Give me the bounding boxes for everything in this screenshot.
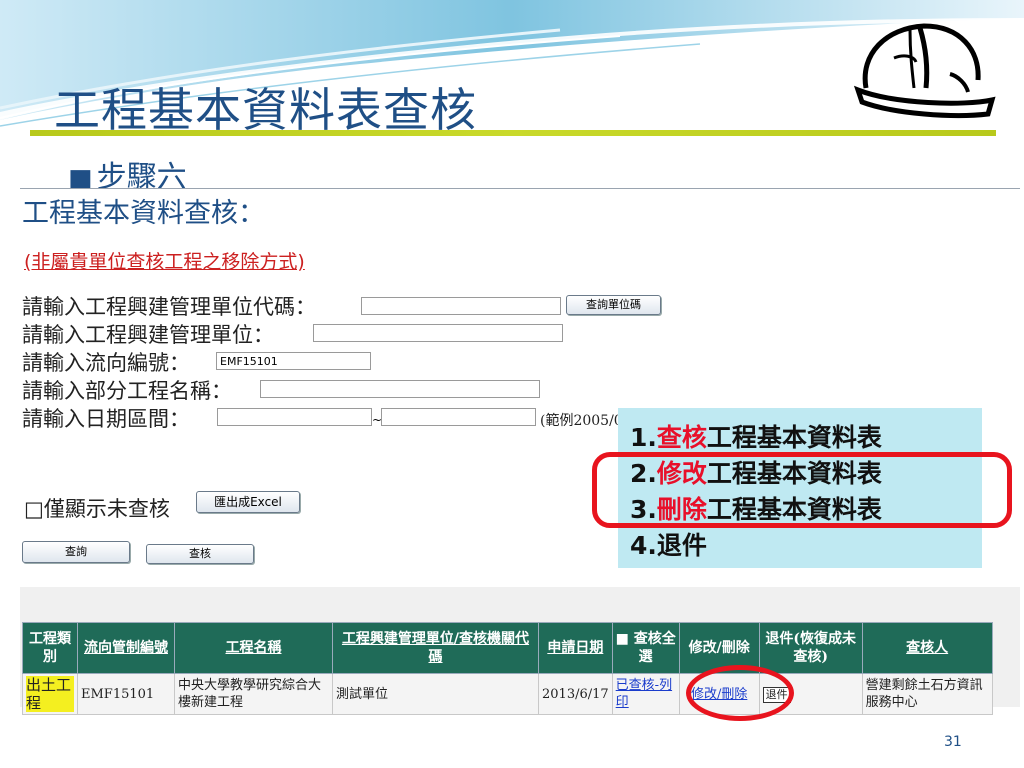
export-excel-button[interactable]: 匯出成Excel — [196, 491, 300, 513]
unreviewed-only-option[interactable]: □僅顯示未查核 — [24, 493, 170, 523]
partial-name-label: 請輸入部分工程名稱： — [22, 379, 232, 403]
table-header-row: 工程類別 流向管制編號 工程名稱 工程興建管理單位/查核機關代碼 申請日期 ■ … — [22, 622, 993, 674]
review-button[interactable]: 查核 — [146, 544, 254, 564]
row-apply-date: 2013/6/17 — [538, 673, 613, 715]
unit-name-input[interactable] — [313, 324, 563, 342]
partial-name-input[interactable] — [260, 380, 540, 398]
col-select-all[interactable]: ■ 查核全選 — [611, 622, 680, 674]
unit-name-label: 請輸入工程興建管理單位： — [22, 323, 274, 347]
review-page-heading: 工程基本資料查核： — [22, 198, 265, 229]
unreviewed-label: 僅顯示未查核 — [43, 497, 170, 521]
row-reviewed-print[interactable]: 已查核-列印 — [611, 673, 680, 715]
hard-hat-icon — [854, 23, 996, 118]
col-project-name[interactable]: 工程名稱 — [174, 622, 333, 674]
edit-delete-highlight-box — [592, 452, 1012, 528]
callout-item-review: 1.查核工程基本資料表 — [630, 423, 882, 452]
col-flow-number[interactable]: 流向管制編號 — [77, 622, 175, 674]
col-return: 退件(恢復成未查核) — [758, 622, 863, 674]
row-project-name: 中央大學教學研究綜合大樓新建工程 — [174, 673, 333, 715]
col-category: 工程類別 — [22, 622, 78, 674]
row-reviewer: 營建剩餘土石方資訊服務中心 — [861, 673, 993, 715]
results-table: 工程類別 流向管制編號 工程名稱 工程興建管理單位/查核機關代碼 申請日期 ■ … — [22, 622, 993, 715]
title-underline — [30, 130, 996, 136]
edit-return-highlight-oval — [686, 665, 794, 721]
date-start-input[interactable] — [217, 408, 372, 426]
col-unit[interactable]: 工程興建管理單位/查核機關代碼 — [332, 622, 539, 674]
callout-item-return: 4.退件 — [630, 531, 707, 560]
date-range-label: 請輸入日期區間： — [22, 407, 190, 431]
flow-number-label: 請輸入流向編號： — [22, 351, 190, 375]
page-number: 31 — [944, 734, 962, 750]
select-all-checkbox[interactable]: ■ — [616, 631, 629, 647]
unreviewed-checkbox[interactable]: □ — [24, 497, 44, 521]
removal-method-link[interactable]: (非屬貴單位查核工程之移除方式) — [24, 247, 305, 274]
flow-number-input[interactable] — [216, 352, 371, 370]
query-unit-code-button[interactable]: 查詢單位碼 — [566, 295, 661, 315]
row-unit: 測試單位 — [332, 673, 539, 715]
col-apply-date[interactable]: 申請日期 — [538, 622, 613, 674]
date-example-hint: (範例2005/0 — [540, 413, 623, 429]
table-row: 出土工程 EMF15101 中央大學教學研究綜合大樓新建工程 測試單位 2013… — [22, 673, 993, 715]
query-button[interactable]: 查詢 — [22, 541, 130, 563]
row-category: 出土工程 — [22, 673, 78, 715]
date-end-input[interactable] — [381, 408, 536, 426]
row-flow-number: EMF15101 — [77, 673, 175, 715]
reviewed-print-link[interactable]: 已查核-列印 — [616, 678, 672, 710]
unit-code-label: 請輸入工程興建管理單位代碼： — [22, 295, 316, 319]
col-reviewer[interactable]: 查核人 — [861, 622, 993, 674]
unit-code-input[interactable] — [361, 297, 561, 315]
